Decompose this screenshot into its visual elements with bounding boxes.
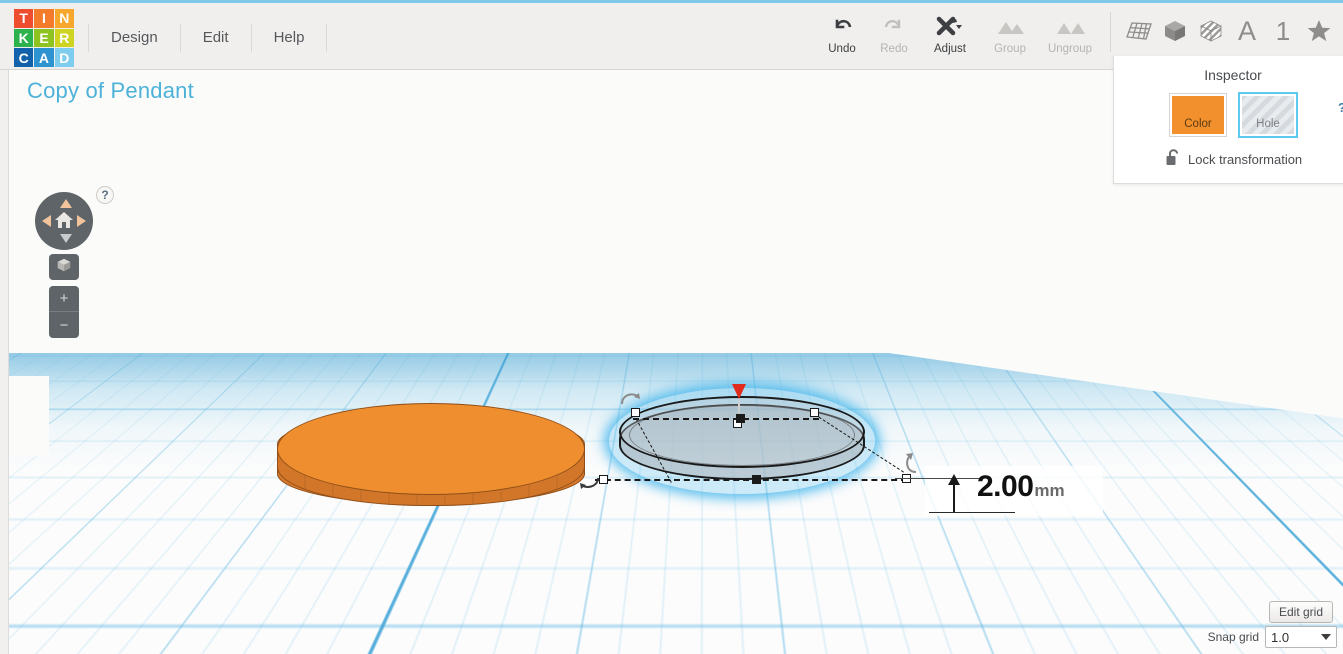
tinkercad-logo[interactable]: T I N K E R C A D <box>14 9 74 67</box>
edit-grid-button[interactable]: Edit grid <box>1268 601 1333 623</box>
inspector-swatches: Color Hole <box>1114 92 1343 138</box>
adjust-icon <box>936 14 964 40</box>
menu-item-help[interactable]: Help <box>252 24 328 52</box>
bbox-dash-top <box>633 418 819 420</box>
shape-hole-icon[interactable] <box>1193 9 1229 53</box>
ungroup-label: Ungroup <box>1047 43 1093 55</box>
inspector-help-icon[interactable]: ? <box>1338 100 1343 115</box>
scale-handle-top-right[interactable] <box>810 408 819 417</box>
dimension-extension-line-top <box>895 478 981 479</box>
scale-handle-bottom-center[interactable] <box>752 475 761 484</box>
fit-to-view-button[interactable] <box>49 254 79 280</box>
zoom-controls: + − <box>49 286 79 338</box>
inspector-title: Inspector <box>1204 67 1262 83</box>
rotate-handle-bottom-left-icon[interactable] <box>579 474 601 497</box>
logo-tile: A <box>34 48 54 67</box>
logo-tile: C <box>14 48 34 67</box>
logo-tile: I <box>34 9 54 28</box>
undo-label: Undo <box>828 43 856 55</box>
logo-tile: E <box>34 28 54 48</box>
rotate-handle-bottom-right-icon[interactable] <box>902 452 922 479</box>
tinkercad-app: T I N K E R C A D Design Edit Help Undo … <box>0 0 1343 654</box>
snap-grid-control: Snap grid 1.0 <box>1208 626 1337 648</box>
logo-tile: K <box>14 28 34 48</box>
hole-cylinder-object[interactable] <box>609 388 875 494</box>
snap-grid-select[interactable]: 1.0 <box>1265 626 1337 648</box>
dimension-number: 2.00 <box>977 470 1034 503</box>
hole-swatch[interactable]: Hole <box>1238 92 1298 138</box>
main-menu: Design Edit Help <box>88 24 328 52</box>
number-icon[interactable]: 1 <box>1265 9 1301 53</box>
dimension-value: 2.00 mm <box>977 470 1065 504</box>
group-icon <box>995 14 1025 40</box>
height-handle-stem <box>738 399 740 413</box>
ungroup-icon <box>1055 14 1085 40</box>
logo-tile: N <box>54 9 74 28</box>
cylinder-top-face <box>277 403 585 495</box>
nav-arrow-down-icon[interactable] <box>60 234 72 243</box>
bbox-dash-bottom <box>595 479 907 481</box>
group-label: Group <box>994 43 1026 55</box>
design-title[interactable]: Copy of Pendant <box>27 78 194 104</box>
group-button[interactable]: Group <box>980 6 1040 55</box>
view-orbit-disc[interactable] <box>35 192 93 250</box>
rotate-handle-top-left-icon[interactable] <box>619 390 641 413</box>
redo-button[interactable]: Redo <box>868 6 920 55</box>
workplane-icon[interactable] <box>1121 9 1157 53</box>
undo-button[interactable]: Undo <box>816 6 868 55</box>
inspector-panel: Inspector ? Color Hole Lock transformati… <box>1113 56 1343 184</box>
ungroup-button[interactable]: Ungroup <box>1040 6 1100 55</box>
home-view-icon[interactable] <box>54 210 74 230</box>
lock-transformation-label: Lock transformation <box>1188 151 1303 167</box>
dimension-unit: mm <box>1034 481 1065 500</box>
scale-handle-midpoint-top[interactable] <box>736 414 745 423</box>
nav-arrow-right-icon[interactable] <box>77 215 86 227</box>
adjust-label: Adjust <box>934 43 966 55</box>
toolbar-icon-row: A 1 <box>1121 6 1343 56</box>
menu-item-design[interactable]: Design <box>88 24 181 52</box>
lock-transformation-row[interactable]: Lock transformation <box>1166 149 1343 169</box>
color-swatch-label: Color <box>1184 118 1212 130</box>
height-handle-cone[interactable] <box>732 384 746 399</box>
toolbar-divider <box>1110 12 1111 52</box>
fit-to-view-cube-icon <box>55 256 73 279</box>
hole-swatch-label: Hole <box>1256 118 1280 130</box>
color-swatch[interactable]: Color <box>1169 93 1227 137</box>
chevron-down-icon <box>1321 634 1331 640</box>
zoom-out-button[interactable]: − <box>49 312 79 338</box>
adjust-button[interactable]: Adjust <box>920 6 980 55</box>
snap-grid-value: 1.0 <box>1271 629 1290 645</box>
redo-label: Redo <box>880 43 908 55</box>
logo-tile: D <box>54 48 74 67</box>
dimension-extension-line-bottom <box>929 512 1015 513</box>
shape-cube-icon[interactable] <box>1157 9 1193 53</box>
navigation-help-icon[interactable]: ? <box>96 186 114 204</box>
undo-icon <box>831 14 853 40</box>
open-padlock-icon <box>1166 149 1180 169</box>
dimension-arrow-head <box>948 474 960 485</box>
menu-item-edit[interactable]: Edit <box>181 24 252 52</box>
favorites-star-icon[interactable] <box>1301 9 1337 53</box>
snap-grid-label: Snap grid <box>1207 630 1259 644</box>
nav-arrow-left-icon[interactable] <box>42 215 51 227</box>
text-icon[interactable]: A <box>1229 9 1265 53</box>
nav-arrow-up-icon[interactable] <box>60 199 72 208</box>
orange-cylinder-object[interactable] <box>271 395 591 520</box>
zoom-in-button[interactable]: + <box>49 286 79 312</box>
redo-icon <box>883 14 905 40</box>
logo-tile: T <box>14 9 34 28</box>
logo-tile: R <box>54 28 74 48</box>
view-navigation-widget: ? + − <box>35 186 114 338</box>
